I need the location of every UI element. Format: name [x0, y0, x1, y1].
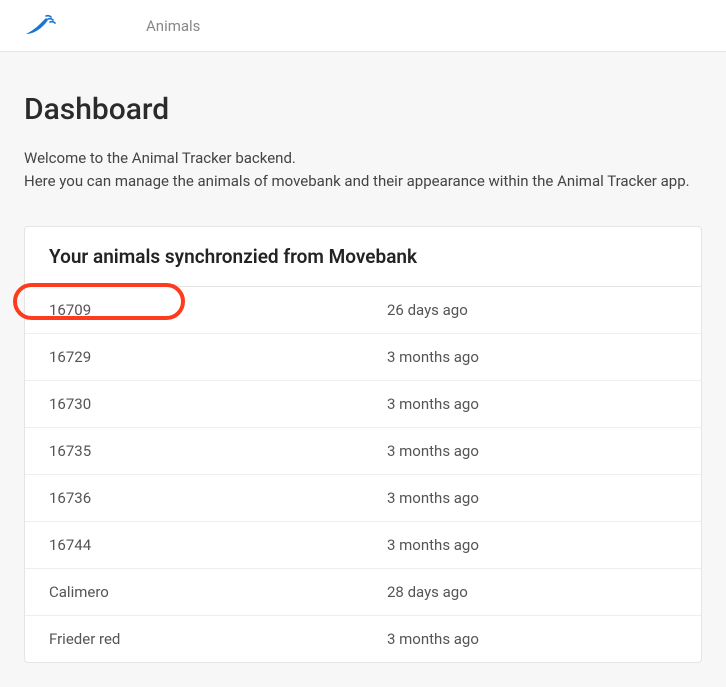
animal-name: 16744: [25, 522, 363, 569]
table-row[interactable]: 1670926 days ago: [25, 287, 701, 334]
animal-time: 3 months ago: [363, 381, 701, 428]
intro-line-1: Welcome to the Animal Tracker backend.: [24, 149, 296, 167]
animal-time: 3 months ago: [363, 334, 701, 381]
table-row[interactable]: 167293 months ago: [25, 334, 701, 381]
table-row[interactable]: Calimero28 days ago: [25, 569, 701, 616]
animal-time: 3 months ago: [363, 428, 701, 475]
table-row[interactable]: 167443 months ago: [25, 522, 701, 569]
animals-table: 1670926 days ago167293 months ago167303 …: [25, 287, 701, 662]
animal-name: 16709: [25, 287, 363, 334]
main-container: Dashboard Welcome to the Animal Tracker …: [0, 52, 726, 687]
animal-time: 3 months ago: [363, 522, 701, 569]
table-row[interactable]: Frieder red3 months ago: [25, 616, 701, 663]
intro-text: Welcome to the Animal Tracker backend. H…: [24, 147, 702, 192]
table-row[interactable]: 167353 months ago: [25, 428, 701, 475]
bird-logo-icon: [24, 12, 56, 40]
animal-name: 16735: [25, 428, 363, 475]
animal-name: Frieder red: [25, 616, 363, 663]
animal-name: 16729: [25, 334, 363, 381]
nav-link-animals[interactable]: Animals: [146, 17, 200, 35]
animal-name: Calimero: [25, 569, 363, 616]
animal-time: 26 days ago: [363, 287, 701, 334]
table-row[interactable]: 167303 months ago: [25, 381, 701, 428]
animal-time: 28 days ago: [363, 569, 701, 616]
animal-name: 16730: [25, 381, 363, 428]
table-row[interactable]: 167363 months ago: [25, 475, 701, 522]
animal-time: 3 months ago: [363, 616, 701, 663]
logo[interactable]: [24, 12, 56, 40]
page-title: Dashboard: [24, 92, 702, 127]
intro-line-2: Here you can manage the animals of moveb…: [24, 172, 690, 190]
animal-name: 16736: [25, 475, 363, 522]
navbar: Animals: [0, 0, 726, 52]
highlight-ring: [13, 283, 185, 320]
animals-card: Your animals synchronzied from Movebank …: [24, 226, 702, 663]
animal-time: 3 months ago: [363, 475, 701, 522]
card-header: Your animals synchronzied from Movebank: [25, 227, 701, 287]
